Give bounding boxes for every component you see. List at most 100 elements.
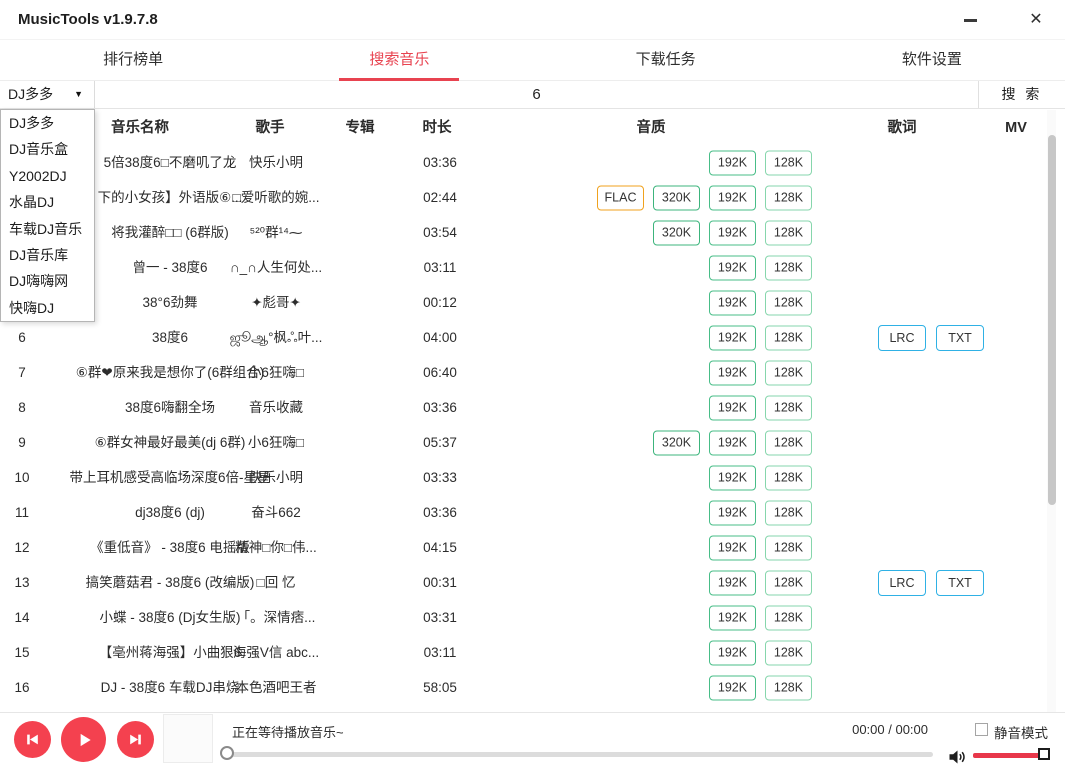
quality-button-192k[interactable]: 192K: [709, 185, 756, 210]
quality-button-128k[interactable]: 128K: [765, 465, 812, 490]
volume-slider[interactable]: [973, 753, 1041, 758]
table-row[interactable]: 2下的小女孩】外语版⑥...□爱听歌的婉...02:44FLAC320K192K…: [0, 180, 1065, 215]
volume-icon[interactable]: [948, 749, 967, 765]
table-row[interactable]: 4曾一 - 38度6∩_∩人生何处...03:11192K128K: [0, 250, 1065, 285]
play-button[interactable]: [61, 717, 106, 762]
song-title: ⑥群❤原来我是想你了(6群组合): [76, 355, 264, 390]
quality-button-128k[interactable]: 128K: [765, 255, 812, 280]
result-list: 15倍38度6□不磨叽了龙快乐小明03:36192K128K2下的小女孩】外语版…: [0, 145, 1065, 705]
player-status-text: 正在等待播放音乐~: [232, 722, 344, 741]
quality-button-128k[interactable]: 128K: [765, 185, 812, 210]
quality-button-128k[interactable]: 128K: [765, 535, 812, 560]
quality-button-192k[interactable]: 192K: [709, 255, 756, 280]
quality-button-128k[interactable]: 128K: [765, 675, 812, 700]
table-row[interactable]: 3将我灌醉□□ (6群版)⁵²⁰群¹⁴⁓03:54320K192K128K: [0, 215, 1065, 250]
scrollbar-thumb[interactable]: [1048, 135, 1056, 505]
song-duration: 02:44: [423, 180, 457, 215]
quality-button-128k[interactable]: 128K: [765, 430, 812, 455]
lyric-button-lrc[interactable]: LRC: [878, 570, 926, 596]
table-row[interactable]: 538°6劲舞✦彪哥✦00:12192K128K: [0, 285, 1065, 320]
album-art-placeholder: [163, 714, 213, 763]
progress-slider[interactable]: [226, 752, 933, 757]
tab-rankings[interactable]: 排行榜单: [0, 40, 266, 80]
table-row[interactable]: 10带上耳机感受高临场深度6倍-星星快乐小明03:33192K128K: [0, 460, 1065, 495]
next-button[interactable]: [117, 721, 154, 758]
source-option[interactable]: DJ多多: [1, 110, 94, 136]
quality-button-flac[interactable]: FLAC: [597, 185, 644, 210]
table-row[interactable]: 838度6嗨翻全场音乐收藏03:36192K128K: [0, 390, 1065, 425]
table-row[interactable]: 12《重低音》 - 38度6 电摇版精神□你□伟...04:15192K128K: [0, 530, 1065, 565]
search-button[interactable]: 搜 索: [978, 81, 1065, 108]
quality-button-192k[interactable]: 192K: [709, 570, 756, 595]
song-duration: 03:11: [424, 635, 457, 670]
quality-button-192k[interactable]: 192K: [709, 150, 756, 175]
source-select[interactable]: DJ多多 ▼: [0, 81, 95, 108]
source-option[interactable]: 水晶DJ: [1, 189, 94, 215]
quality-button-128k[interactable]: 128K: [765, 640, 812, 665]
quality-button-128k[interactable]: 128K: [765, 570, 812, 595]
quality-button-192k[interactable]: 192K: [709, 605, 756, 630]
lyric-button-txt[interactable]: TXT: [936, 570, 984, 596]
quality-button-128k[interactable]: 128K: [765, 360, 812, 385]
mute-checkbox[interactable]: [975, 723, 988, 736]
volume-slider-handle[interactable]: [1038, 748, 1050, 760]
quality-button-192k[interactable]: 192K: [709, 500, 756, 525]
row-index: 9: [18, 425, 26, 460]
tab-download-tasks[interactable]: 下载任务: [533, 40, 799, 80]
song-title: 38度6: [152, 320, 188, 355]
quality-button-128k[interactable]: 128K: [765, 220, 812, 245]
quality-button-192k[interactable]: 192K: [709, 465, 756, 490]
quality-button-192k[interactable]: 192K: [709, 640, 756, 665]
song-title: 【亳州蒋海强】小曲狠6: [99, 635, 242, 670]
progress-slider-handle[interactable]: [220, 746, 234, 760]
quality-button-192k[interactable]: 192K: [709, 290, 756, 315]
close-button[interactable]: ✕: [1016, 0, 1056, 40]
tab-search-music[interactable]: 搜索音乐: [266, 40, 532, 80]
app-title: MusicTools v1.9.7.8: [18, 0, 158, 40]
quality-button-128k[interactable]: 128K: [765, 325, 812, 350]
quality-button-128k[interactable]: 128K: [765, 395, 812, 420]
quality-button-192k[interactable]: 192K: [709, 430, 756, 455]
source-option[interactable]: DJ音乐盒: [1, 136, 94, 162]
tab-software-settings[interactable]: 软件设置: [799, 40, 1065, 80]
quality-buttons: 320K 192K 128K: [653, 220, 812, 245]
minimize-button[interactable]: [950, 0, 990, 40]
lyric-button-txt[interactable]: TXT: [936, 325, 984, 351]
lyric-button-lrc[interactable]: LRC: [878, 325, 926, 351]
source-option[interactable]: 车载DJ音乐: [1, 216, 94, 242]
table-row[interactable]: 638度6ஜூஆ°枫ஃ叶...04:00192K128KLRCTXT: [0, 320, 1065, 355]
quality-button-320k[interactable]: 320K: [653, 220, 700, 245]
quality-button-128k[interactable]: 128K: [765, 500, 812, 525]
quality-button-192k[interactable]: 192K: [709, 675, 756, 700]
quality-button-128k[interactable]: 128K: [765, 605, 812, 630]
table-row[interactable]: 7⑥群❤原来我是想你了(6群组合)小6狂嗨□06:40192K128K: [0, 355, 1065, 390]
quality-button-192k[interactable]: 192K: [709, 535, 756, 560]
search-input[interactable]: [95, 81, 978, 108]
table-row[interactable]: 9⑥群女神最好最美(dj 6群)小6狂嗨□05:37320K192K128K: [0, 425, 1065, 460]
source-option[interactable]: 快嗨DJ: [1, 295, 94, 321]
quality-button-128k[interactable]: 128K: [765, 150, 812, 175]
table-row[interactable]: 11dj38度6 (dj)奋斗66203:36192K128K: [0, 495, 1065, 530]
table-row[interactable]: 15倍38度6□不磨叽了龙快乐小明03:36192K128K: [0, 145, 1065, 180]
app-window: MusicTools v1.9.7.8 ✕ 排行榜单搜索音乐下载任务软件设置 D…: [0, 0, 1065, 765]
quality-button-192k[interactable]: 192K: [709, 220, 756, 245]
quality-button-320k[interactable]: 320K: [653, 430, 700, 455]
previous-button[interactable]: [14, 721, 51, 758]
source-option[interactable]: DJ音乐库: [1, 242, 94, 268]
table-row[interactable]: 15【亳州蒋海强】小曲狠6海强V信 abc...03:11192K128K: [0, 635, 1065, 670]
quality-button-192k[interactable]: 192K: [709, 395, 756, 420]
quality-button-192k[interactable]: 192K: [709, 325, 756, 350]
source-option[interactable]: Y2002DJ: [1, 163, 94, 189]
quality-button-192k[interactable]: 192K: [709, 360, 756, 385]
previous-icon: [24, 731, 41, 748]
quality-button-128k[interactable]: 128K: [765, 290, 812, 315]
quality-button-320k[interactable]: 320K: [653, 185, 700, 210]
quality-buttons: 192K 128K: [709, 500, 812, 525]
artist-name: 「。深情痞...: [237, 600, 316, 635]
source-option[interactable]: DJ嗨嗨网: [1, 268, 94, 294]
song-duration: 03:36: [423, 145, 457, 180]
artist-name: ✦彪哥✦: [251, 285, 301, 320]
table-row[interactable]: 16DJ - 38度6 车载DJ串烧本色酒吧王者58:05192K128K: [0, 670, 1065, 705]
table-row[interactable]: 14小蝶 - 38度6 (Dj女生版)「。深情痞...03:31192K128K: [0, 600, 1065, 635]
table-row[interactable]: 13搞笑蘑菇君 - 38度6 (改编版)□回 忆00:31192K128KLRC…: [0, 565, 1065, 600]
